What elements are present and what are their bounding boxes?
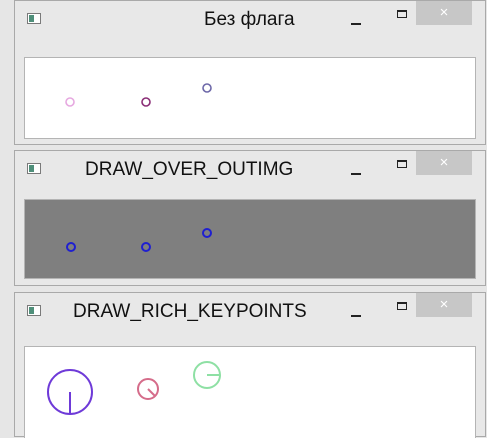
window-no-flag: Без флага × [14,0,486,145]
keypoints-canvas [25,347,475,438]
keypoints-canvas [25,200,475,278]
canvas-background [25,200,475,278]
maximize-button[interactable] [388,296,416,324]
app-window-icon[interactable] [27,163,41,174]
close-button[interactable]: × [416,293,472,317]
title-bar[interactable]: Без флага × [15,1,485,39]
image-canvas [24,57,476,139]
window-title: Без флага [204,9,295,30]
canvas-background [25,58,475,138]
maximize-button[interactable] [388,154,416,182]
window-title: DRAW_RICH_KEYPOINTS [73,301,307,322]
app-window-icon[interactable] [27,13,41,24]
image-canvas [24,199,476,279]
minimize-button[interactable] [341,156,369,184]
maximize-button[interactable] [388,4,416,32]
keypoints-canvas [25,58,475,138]
window-draw-over-outimg: DRAW_OVER_OUTIMG × [14,150,486,286]
window-draw-rich-keypoints: DRAW_RICH_KEYPOINTS × [14,292,486,438]
close-button[interactable]: × [416,151,472,175]
title-bar[interactable]: DRAW_OVER_OUTIMG × [15,151,485,189]
minimize-button[interactable] [341,298,369,326]
title-bar[interactable]: DRAW_RICH_KEYPOINTS × [15,293,485,331]
window-title: DRAW_OVER_OUTIMG [85,159,294,180]
image-canvas [24,346,476,438]
close-button[interactable]: × [416,1,472,25]
app-window-icon[interactable] [27,305,41,316]
minimize-button[interactable] [341,6,369,34]
